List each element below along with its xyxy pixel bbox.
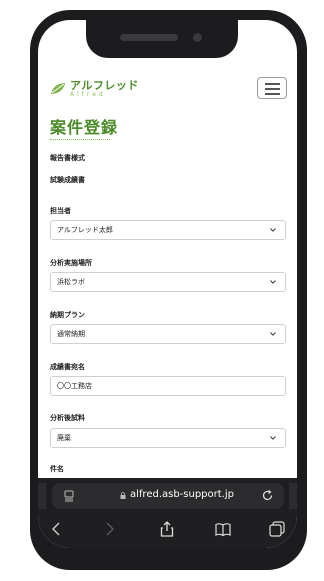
hamburger-line — [265, 93, 280, 95]
subject-label: 件名 — [50, 465, 64, 473]
address-bar[interactable]: alfred.asb-support.jp — [52, 483, 284, 509]
phone-speaker — [120, 34, 178, 41]
addressee-value: 〇〇工務店 — [57, 382, 92, 390]
sample-select[interactable]: 廃棄 — [50, 428, 286, 448]
chevron-down-icon — [270, 228, 276, 232]
hamburger-menu-icon — [265, 83, 280, 85]
tab-overview-icon[interactable] — [268, 520, 286, 538]
share-icon[interactable] — [158, 520, 176, 538]
delivery-label: 納期プラン — [50, 311, 85, 319]
site-logo[interactable]: アルフレッド Alfred — [50, 80, 139, 98]
location-label: 分析実施場所 — [50, 259, 92, 267]
addressee-label: 成績書宛名 — [50, 363, 85, 371]
tabs-icon[interactable] — [64, 490, 74, 502]
title-underline — [50, 137, 110, 140]
phone-screen: アルフレッド Alfred 案件登録 報告書様式 試験成績書 担当者 アルフレッ… — [38, 20, 297, 548]
url-text: alfred.asb-support.jp — [130, 489, 234, 500]
leaf-logo-icon — [51, 83, 65, 94]
location-value: 浜松ラボ — [57, 278, 85, 286]
person-select[interactable]: アルフレッド太郎 — [50, 220, 286, 240]
location-select[interactable]: 浜松ラボ — [50, 272, 286, 292]
person-label: 担当者 — [50, 207, 71, 215]
chevron-down-icon — [270, 332, 276, 336]
hamburger-menu-button[interactable] — [257, 77, 287, 99]
hamburger-line — [265, 88, 280, 90]
chevron-down-icon — [270, 436, 276, 440]
next-tab-peek[interactable] — [289, 483, 297, 509]
logo-text: アルフレッド — [70, 79, 139, 92]
bookmarks-icon[interactable] — [214, 520, 232, 538]
previous-tab-peek[interactable] — [38, 483, 46, 509]
browser-toolbar — [38, 512, 297, 548]
site-header: アルフレッド Alfred — [38, 72, 297, 112]
logo-subtext: Alfred — [70, 91, 106, 98]
forward-icon[interactable] — [100, 520, 118, 538]
chevron-down-icon — [270, 280, 276, 284]
page-title: 案件登録 — [50, 118, 119, 137]
reload-icon[interactable] — [261, 489, 274, 502]
sample-label: 分析後試料 — [50, 414, 85, 422]
sample-value: 廃棄 — [57, 434, 71, 442]
lock-icon — [120, 492, 126, 499]
report-format-label: 報告書様式 — [50, 154, 85, 162]
phone-camera — [193, 33, 202, 42]
delivery-select[interactable]: 通常納期 — [50, 324, 286, 344]
back-icon[interactable] — [48, 520, 66, 538]
delivery-value: 通常納期 — [57, 330, 85, 338]
person-value: アルフレッド太郎 — [57, 226, 113, 234]
test-report-label: 試験成績書 — [50, 176, 85, 184]
addressee-input[interactable]: 〇〇工務店 — [50, 376, 286, 396]
